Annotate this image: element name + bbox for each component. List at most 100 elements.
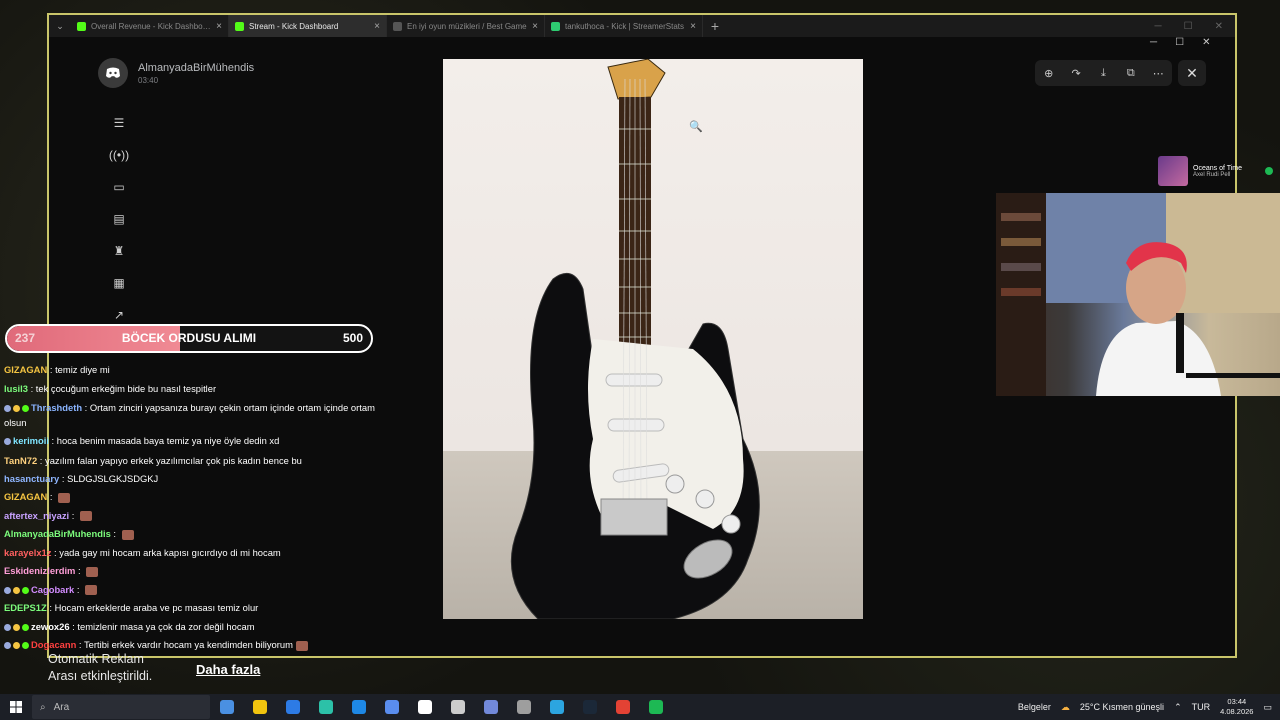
app-icon xyxy=(384,700,399,714)
chat-message: GIZAGAN : temiz diye mi xyxy=(4,361,376,380)
chat-separator: : xyxy=(76,639,84,650)
rotate-icon[interactable]: ↷ xyxy=(1066,67,1086,80)
taskbar-app-button[interactable] xyxy=(375,694,408,720)
chat-username[interactable]: Thrashdeth xyxy=(31,402,82,413)
chat-username[interactable]: zewox26 xyxy=(31,621,70,632)
app-icon xyxy=(351,700,366,714)
spotify-check-icon xyxy=(1265,167,1273,175)
taskbar-search[interactable]: ⌕ Ara xyxy=(32,695,210,719)
maximize-icon[interactable]: ☐ xyxy=(1175,37,1184,48)
open-external-icon[interactable]: ⧉ xyxy=(1121,67,1141,80)
chat-separator: : xyxy=(110,528,119,539)
viewer-window-controls: ─ ☐ ✕ xyxy=(1150,37,1210,48)
chat-separator: : xyxy=(47,491,56,502)
notification-icon[interactable]: ▭ xyxy=(1263,702,1272,713)
taskbar-app-button[interactable] xyxy=(342,694,375,720)
chat-username[interactable]: karayelx1z xyxy=(4,547,51,558)
chat-separator: : xyxy=(46,602,55,613)
taskbar-app-button[interactable] xyxy=(441,694,474,720)
emote-icon xyxy=(86,566,99,577)
download-icon[interactable]: ⤓ xyxy=(1093,67,1113,80)
taskbar-app-button[interactable] xyxy=(276,694,309,720)
emote-icon xyxy=(58,492,71,503)
windows-logo-icon xyxy=(10,701,22,713)
badge-icon xyxy=(22,586,29,594)
chat-text: temizlenir masa ya çok da zor değil hoca… xyxy=(77,620,255,632)
chat-separator: : xyxy=(37,454,45,466)
language-indicator[interactable]: TUR xyxy=(1192,702,1211,712)
chat-text: Tertibi erkek vardır hocam ya kendimden … xyxy=(83,639,293,650)
documents-label[interactable]: Belgeler xyxy=(1018,702,1051,712)
more-icon[interactable]: ⋯ xyxy=(1148,67,1168,80)
goal-progress-bar: 237 BÖCEK ORDUSU ALIMI 500 xyxy=(5,324,373,353)
chat-username[interactable]: aftertex_niyazi xyxy=(4,510,69,521)
app-icon xyxy=(219,700,234,714)
sender-username: AlmanyadaBirMühendis xyxy=(138,61,255,74)
chat-message: zewox26 : temizlenir masa ya çok da zor … xyxy=(4,618,376,637)
windows-taskbar: ⌕ Ara Belgeler ☁ 25°C Kısmen güneşli ⌃ T… xyxy=(0,694,1280,720)
chat-username[interactable]: GIZAGAN xyxy=(4,491,47,502)
zoom-in-icon[interactable]: ⊕ xyxy=(1039,67,1059,80)
app-icon xyxy=(318,700,333,714)
chat-username[interactable]: lusil3 xyxy=(4,383,28,394)
minimize-icon[interactable]: ─ xyxy=(1150,37,1157,48)
app-icon xyxy=(285,700,300,714)
weather-text[interactable]: 25°C Kısmen güneşli xyxy=(1080,702,1164,712)
chat-username[interactable]: Dogacann xyxy=(31,639,76,650)
windows-start-button[interactable] xyxy=(0,694,32,720)
badge-icon xyxy=(22,642,29,650)
chat-username[interactable]: TanN72 xyxy=(4,455,37,466)
close-icon[interactable]: ✕ xyxy=(1202,37,1210,48)
badge-icon xyxy=(4,642,11,650)
badge-icon xyxy=(4,623,11,631)
close-viewer-button[interactable]: ✕ xyxy=(1178,60,1206,86)
chat-text: tek çocuğum erkeğim bide bu nasıl tespit… xyxy=(35,382,217,394)
chevron-up-icon[interactable]: ⌃ xyxy=(1174,702,1182,713)
chat-text: hoca benim masada baya temiz ya niye öyl… xyxy=(56,435,280,446)
taskbar-app-button[interactable] xyxy=(507,694,540,720)
taskbar-app-button[interactable] xyxy=(573,694,606,720)
chat-username[interactable]: Cagobark xyxy=(31,584,74,595)
chat-username[interactable]: EDEPS1Z xyxy=(4,602,47,613)
goal-title: BÖCEK ORDUSU ALIMI xyxy=(121,331,257,345)
more-link[interactable]: Daha fazla xyxy=(196,662,260,677)
badge-icon xyxy=(4,405,11,413)
magnifier-cursor-icon: 🔍 xyxy=(689,121,703,133)
chat-username[interactable]: kerimoii xyxy=(13,435,49,446)
album-art xyxy=(1158,156,1188,186)
taskbar-app-button[interactable] xyxy=(309,694,342,720)
taskbar-app-button[interactable] xyxy=(408,694,441,720)
chat-message: kerimoii : hoca benim masada baya temiz … xyxy=(4,432,376,451)
goal-target-value: 500 xyxy=(342,331,363,345)
guitar-photo xyxy=(443,59,863,619)
taskbar-app-button[interactable] xyxy=(243,694,276,720)
chat-separator: : xyxy=(48,435,57,446)
chat-username[interactable]: AlmanyadaBirMuhendis xyxy=(4,528,111,539)
ad-notice: Otomatik Reklam Arası etkinleştirildi. xyxy=(48,651,152,685)
image-toolbar: ⊕ ↷ ⤓ ⧉ ⋯ xyxy=(1035,60,1172,86)
taskbar-app-button[interactable] xyxy=(210,694,243,720)
badge-icon xyxy=(4,586,11,594)
taskbar-app-button[interactable] xyxy=(639,694,672,720)
taskbar-app-button[interactable] xyxy=(540,694,573,720)
chat-text: Hocam erkeklerde araba ve pc masası temi… xyxy=(54,602,259,613)
badge-icon xyxy=(22,405,29,413)
song-title: Oceans of Time xyxy=(1193,164,1243,172)
taskbar-app-button[interactable] xyxy=(606,694,639,720)
system-clock[interactable]: 03:44 4.08.2026 xyxy=(1220,697,1253,717)
chat-message: AlmanyadaBirMuhendis : xyxy=(4,525,376,544)
chat-message: Cagobark : xyxy=(4,581,376,600)
app-icon xyxy=(516,700,531,714)
taskbar-app-button[interactable] xyxy=(474,694,507,720)
chat-text: yada gay mi hocam arka kapısı gıcırdıyo … xyxy=(59,546,281,558)
chat-username[interactable]: hasanctuary xyxy=(4,473,59,484)
chat-username[interactable]: GIZAGAN xyxy=(4,364,47,375)
app-icon xyxy=(450,700,465,714)
chat-message: hasanctuary : SLDGJSLGKJSDGKJ xyxy=(4,470,376,489)
chat-separator: : xyxy=(82,402,90,413)
chat-separator: : xyxy=(69,509,77,521)
clock-date: 4.08.2026 xyxy=(1220,707,1254,716)
app-icon xyxy=(483,700,498,714)
chat-username[interactable]: Eskidenizlerdim xyxy=(4,565,75,576)
chat-text: temiz diye mi xyxy=(55,364,110,375)
